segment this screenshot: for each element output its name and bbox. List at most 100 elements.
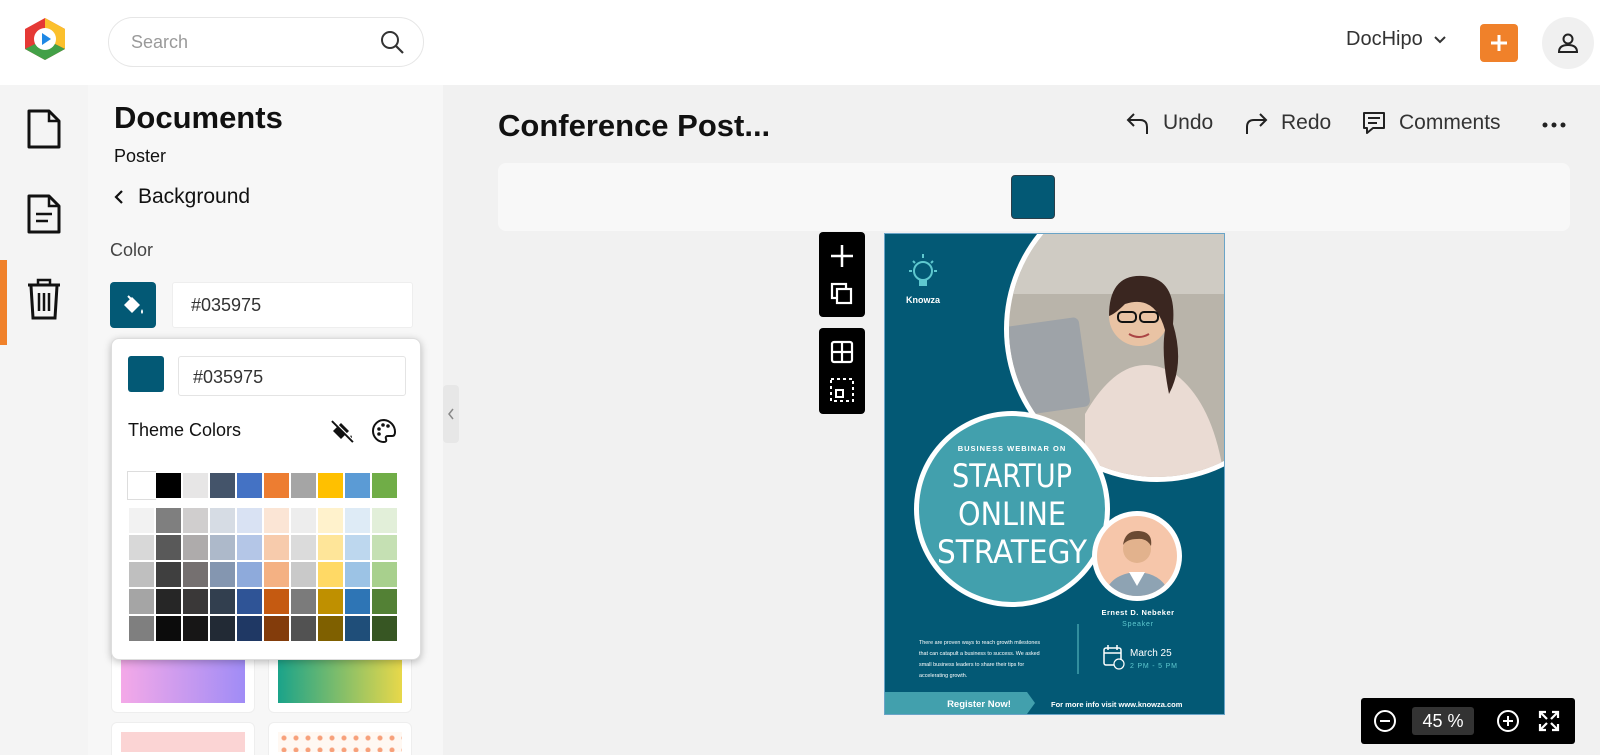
theme-shade-swatch[interactable] — [290, 561, 317, 588]
theme-shade-swatch[interactable] — [317, 588, 344, 615]
theme-shade-swatch[interactable] — [344, 615, 371, 642]
theme-shade-swatch[interactable] — [290, 615, 317, 642]
collapse-panel-handle[interactable] — [443, 385, 459, 443]
theme-shade-swatch[interactable] — [209, 561, 236, 588]
theme-shade-swatch[interactable] — [128, 561, 155, 588]
theme-shade-swatch[interactable] — [371, 588, 398, 615]
back-to-background-button[interactable]: Background — [114, 185, 250, 209]
theme-shade-swatch[interactable] — [371, 561, 398, 588]
theme-shade-swatch[interactable] — [182, 561, 209, 588]
search-box[interactable] — [108, 17, 424, 67]
theme-shade-swatch[interactable] — [236, 534, 263, 561]
theme-shade-swatch[interactable] — [290, 534, 317, 561]
current-color-swatch[interactable] — [128, 356, 164, 392]
theme-shade-swatch[interactable] — [236, 561, 263, 588]
theme-shade-swatch[interactable] — [155, 534, 182, 561]
search-input[interactable] — [131, 32, 371, 53]
theme-shade-swatch[interactable] — [155, 615, 182, 642]
theme-shade-swatch[interactable] — [371, 615, 398, 642]
theme-shade-swatch[interactable] — [317, 507, 344, 534]
fill-color-button[interactable] — [110, 282, 156, 328]
theme-color-swatch[interactable] — [290, 472, 317, 499]
poster-canvas[interactable]: Knowza BUSINESS WEBINAR ON STARTUP ONLIN… — [884, 233, 1225, 715]
theme-shade-swatch[interactable] — [317, 615, 344, 642]
rail-trash-button[interactable] — [22, 275, 66, 323]
comments-button[interactable]: Comments — [1361, 110, 1501, 136]
theme-shade-swatch[interactable] — [317, 534, 344, 561]
document-title[interactable]: Conference Post... — [498, 108, 770, 144]
poster-artwork: Knowza BUSINESS WEBINAR ON STARTUP ONLIN… — [885, 234, 1224, 714]
theme-shade-swatch[interactable] — [182, 534, 209, 561]
theme-shade-swatch[interactable] — [155, 561, 182, 588]
duplicate-page-button[interactable] — [828, 280, 856, 308]
theme-color-swatch[interactable] — [317, 472, 344, 499]
theme-shade-swatch[interactable] — [155, 507, 182, 534]
chevron-down-icon — [1433, 35, 1447, 45]
theme-color-swatch[interactable] — [127, 471, 156, 500]
undo-button[interactable]: Undo — [1125, 110, 1213, 136]
picker-hex-field[interactable]: #035975 — [178, 356, 406, 396]
floral-pink-swatch[interactable] — [111, 722, 255, 755]
background-color-swatch[interactable] — [1011, 175, 1055, 219]
hex-color-field[interactable]: #035975 — [172, 282, 413, 328]
more-options-button[interactable] — [1538, 113, 1570, 137]
theme-shade-swatch[interactable] — [317, 561, 344, 588]
theme-shade-swatch[interactable] — [236, 507, 263, 534]
rail-documents-button[interactable] — [22, 105, 66, 153]
theme-color-swatch[interactable] — [155, 472, 182, 499]
theme-shade-swatch[interactable] — [263, 561, 290, 588]
rail-my-documents-button[interactable] — [22, 190, 66, 238]
fullscreen-button[interactable] — [1537, 709, 1561, 733]
theme-color-swatch[interactable] — [182, 472, 209, 499]
theme-shade-swatch[interactable] — [209, 615, 236, 642]
grid-layout-button[interactable] — [828, 338, 856, 366]
theme-shade-swatch[interactable] — [263, 507, 290, 534]
theme-shade-swatch[interactable] — [182, 615, 209, 642]
theme-shade-swatch[interactable] — [209, 588, 236, 615]
theme-color-swatch[interactable] — [371, 472, 398, 499]
theme-shade-swatch[interactable] — [263, 588, 290, 615]
theme-shade-swatch[interactable] — [263, 615, 290, 642]
theme-shade-swatch[interactable] — [290, 588, 317, 615]
no-color-icon[interactable] — [328, 417, 356, 445]
theme-shade-swatch[interactable] — [344, 507, 371, 534]
zoom-in-button[interactable] — [1496, 709, 1520, 733]
theme-shade-swatch[interactable] — [371, 507, 398, 534]
palette-icon[interactable] — [370, 417, 398, 445]
theme-shade-swatch[interactable] — [344, 534, 371, 561]
theme-color-swatch[interactable] — [236, 472, 263, 499]
theme-shade-swatch[interactable] — [344, 588, 371, 615]
theme-shade-swatch[interactable] — [128, 507, 155, 534]
floral-dots-swatch[interactable] — [268, 722, 412, 755]
theme-color-swatch[interactable] — [344, 472, 371, 499]
select-area-button[interactable] — [828, 376, 856, 404]
theme-color-swatch[interactable] — [263, 472, 290, 499]
theme-shade-swatch[interactable] — [128, 534, 155, 561]
user-avatar-button[interactable] — [1542, 17, 1594, 69]
search-icon[interactable] — [379, 29, 405, 55]
add-button[interactable] — [1480, 24, 1518, 62]
theme-shade-swatch[interactable] — [209, 534, 236, 561]
theme-shade-swatch[interactable] — [155, 588, 182, 615]
theme-shade-swatch[interactable] — [263, 534, 290, 561]
theme-shade-swatch[interactable] — [182, 507, 209, 534]
theme-shade-swatch[interactable] — [182, 588, 209, 615]
theme-shade-swatch[interactable] — [128, 615, 155, 642]
theme-shade-swatch[interactable] — [209, 507, 236, 534]
theme-shade-swatch[interactable] — [344, 561, 371, 588]
theme-shade-swatch[interactable] — [236, 588, 263, 615]
account-menu[interactable]: DocHipo — [1346, 28, 1447, 51]
zoom-out-button[interactable] — [1373, 709, 1397, 733]
zoom-level-display[interactable]: 45 % — [1412, 707, 1474, 735]
dochipo-logo[interactable] — [22, 16, 68, 62]
add-page-button[interactable] — [828, 242, 856, 270]
register-cta[interactable]: Register Now! — [947, 699, 1011, 710]
theme-shade-swatch[interactable] — [236, 615, 263, 642]
theme-color-swatch[interactable] — [209, 472, 236, 499]
chevron-left-icon — [114, 189, 124, 205]
redo-button[interactable]: Redo — [1243, 110, 1331, 136]
theme-shade-swatch[interactable] — [128, 588, 155, 615]
theme-shade-swatch[interactable] — [371, 534, 398, 561]
speaker-role: Speaker — [1122, 621, 1154, 628]
theme-shade-swatch[interactable] — [290, 507, 317, 534]
